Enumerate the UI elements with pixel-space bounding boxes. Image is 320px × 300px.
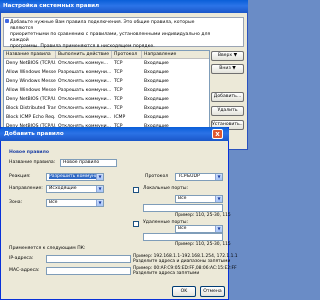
add-button[interactable]: Добавить... <box>211 92 244 102</box>
table-cell: Входящие <box>144 106 169 111</box>
table-cell: Входящие <box>144 61 169 66</box>
local-ports-label: Локальные порты: <box>143 186 188 191</box>
reaction-label: Реакция: <box>9 174 31 179</box>
table-cell: TCP <box>114 70 123 75</box>
table-cell: Отклонять коммуни... <box>58 115 112 120</box>
ip-label: IP-адреса: <box>9 256 34 261</box>
table-cell: Отклонять коммуни... <box>58 106 112 111</box>
table-cell: Отклонять коммуни... <box>58 97 112 102</box>
info-line: приоритетными по сравнению с правилами, … <box>10 32 211 43</box>
chevron-down-icon: ▼ <box>215 226 222 232</box>
local-ports-input[interactable] <box>143 204 223 212</box>
info-icon <box>5 19 9 23</box>
table-cell: Разрешать коммуни... <box>58 70 112 75</box>
chevron-down-icon: ▼ <box>96 200 103 206</box>
cancel-button[interactable]: Отмена <box>200 286 225 297</box>
local-ports-select[interactable]: Все ▼ <box>175 195 223 203</box>
table-cell: TCP <box>114 97 123 102</box>
table-cell[interactable]: Block ICMP Echo Req... <box>4 114 56 122</box>
column-header-direction[interactable]: Направление <box>142 51 209 59</box>
table-cell: Отклонять коммуни... <box>58 79 112 84</box>
table-cell[interactable]: Allow Windows Messe... <box>4 87 56 95</box>
remote-ports-select[interactable]: Все ▼ <box>175 225 223 233</box>
move-down-button[interactable]: Вниз ▼ <box>211 64 244 74</box>
dialog-title: Добавить правило <box>4 131 64 137</box>
table-cell[interactable]: Allow Windows Messe... <box>4 69 56 77</box>
move-up-button[interactable]: Вверх ▼ <box>211 51 244 61</box>
zone-select[interactable]: Все ▼ <box>46 199 104 207</box>
local-ports-example: Пример: 110, 25-30, 115 <box>175 213 231 218</box>
info-line: Добавьте нужные Вам правила подключения.… <box>10 20 195 31</box>
ip-example-2: Разделите адреса и диапазоны запятыми <box>133 259 231 264</box>
section-new-rule: Новое правило <box>9 150 49 155</box>
mac-label: MAC-адреса: <box>9 268 40 273</box>
chevron-down-icon: ▼ <box>96 186 103 192</box>
table-cell: Входящие <box>144 88 169 93</box>
table-cell: Входящие <box>144 70 169 75</box>
table-cell: TCP <box>114 88 123 93</box>
reaction-select[interactable]: Разрешить коммуника ▼ <box>46 173 104 181</box>
table-cell: Разрешать коммуни... <box>58 88 112 93</box>
direction-select[interactable]: Исходящие ▼ <box>46 185 104 193</box>
column-header-action[interactable]: Выполнить действие <box>56 51 112 59</box>
protocol-label: Протокол <box>145 174 169 179</box>
table-cell[interactable]: Block Distributed Tran... <box>4 105 56 113</box>
table-cell[interactable]: Deny Windows Messe... <box>4 78 56 86</box>
chevron-down-icon: ▼ <box>96 174 103 180</box>
table-cell: ICMP <box>114 115 126 120</box>
mac-example-2: Разделите адреса запятыми <box>133 271 200 276</box>
table-cell: Входящие <box>144 79 169 84</box>
protocol-select[interactable]: TCP&UDP ▼ <box>175 173 223 181</box>
remote-ports-input[interactable] <box>143 233 223 241</box>
close-icon[interactable]: x <box>212 129 223 139</box>
rule-name-input[interactable]: Новое правило <box>60 159 117 167</box>
chevron-down-icon: ▼ <box>215 196 222 202</box>
zone-label: Зона: <box>9 200 23 205</box>
column-header-protocol[interactable]: Протокол <box>112 51 142 59</box>
table-cell: TCP <box>114 79 123 84</box>
remote-ports-example: Пример: 110, 25-30, 115 <box>175 242 231 247</box>
chevron-down-icon: ▼ <box>215 174 222 180</box>
delete-button[interactable]: Удалить <box>211 106 244 116</box>
table-cell: TCP <box>114 106 123 111</box>
info-text: Добавьте нужные Вам правила подключения.… <box>10 20 215 50</box>
direction-label: Направление: <box>9 186 43 191</box>
table-cell[interactable]: Deny NetBIOS (TCP/U... <box>4 60 56 68</box>
ip-input[interactable] <box>46 255 131 263</box>
ok-button[interactable]: OK <box>172 286 196 297</box>
rule-name-label: Название правила: <box>9 160 56 165</box>
local-ports-checkbox[interactable] <box>133 187 139 193</box>
column-header-name[interactable]: Название правила <box>4 51 56 59</box>
table-cell: TCP <box>114 61 123 66</box>
table-cell: Входящие <box>144 115 169 120</box>
table-cell[interactable]: Deny NetBIOS (TCP/U... <box>4 96 56 104</box>
table-cell: Входящие <box>144 97 169 102</box>
mac-input[interactable] <box>46 267 131 275</box>
rules-window-title: Настройка системных правил <box>0 0 248 13</box>
applies-to-label: Применяется к следующим ПК: <box>9 246 86 251</box>
table-cell: Отклонять коммун... <box>58 61 109 66</box>
remote-ports-checkbox[interactable] <box>133 221 139 227</box>
